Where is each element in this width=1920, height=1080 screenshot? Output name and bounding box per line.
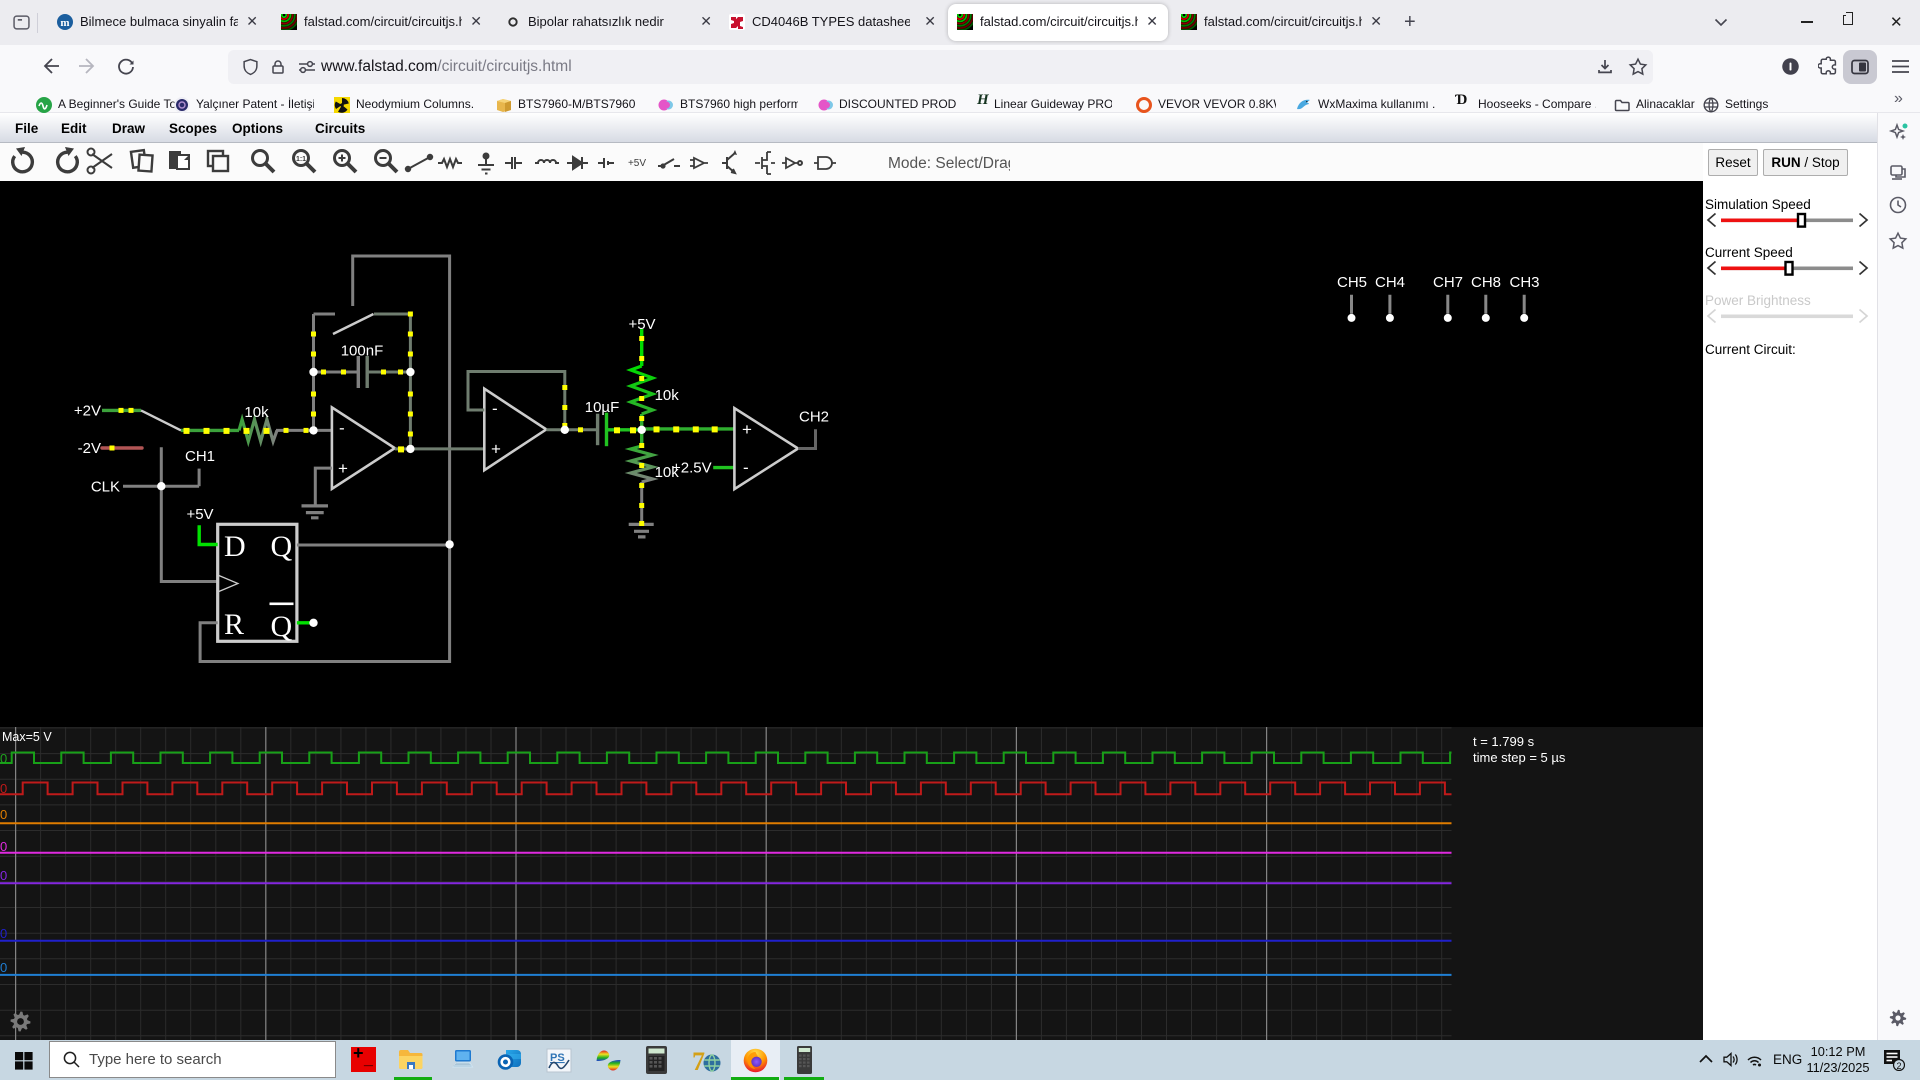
svg-text:Mode: Select/Drag Sel: Mode: Select/Drag Sel (888, 155, 1010, 172)
svg-text:+5V: +5V (186, 506, 213, 523)
svg-text:100nF: 100nF (341, 343, 384, 360)
svg-text:+: + (491, 440, 501, 459)
svg-text:Q: Q (271, 530, 293, 563)
svg-text:0: 0 (0, 751, 7, 766)
svg-text:-: - (339, 419, 345, 438)
svg-text:-2V: -2V (78, 440, 101, 457)
svg-text:CH3: CH3 (1509, 274, 1539, 291)
svg-text:+2.5V: +2.5V (672, 460, 712, 477)
svg-text:D: D (224, 530, 246, 563)
svg-text:7: 7 (692, 1047, 705, 1075)
svg-text:R: R (224, 608, 244, 641)
svg-text:1:1: 1:1 (296, 156, 306, 163)
svg-text:0: 0 (0, 839, 7, 854)
svg-text:+: + (338, 459, 348, 478)
svg-text:10k: 10k (244, 404, 269, 421)
svg-text:+5V: +5V (628, 158, 646, 169)
svg-text:t = 1.799 s: t = 1.799 s (1473, 734, 1535, 749)
svg-text:m: m (60, 17, 69, 29)
svg-text:-: - (743, 458, 749, 477)
svg-text:+: + (742, 420, 752, 439)
svg-text:0: 0 (0, 807, 7, 822)
svg-text:0: 0 (0, 781, 7, 796)
svg-text:+2V: +2V (74, 403, 101, 420)
svg-text:+5V: +5V (628, 316, 655, 333)
svg-text:CH5: CH5 (1337, 274, 1367, 291)
svg-text:CH7: CH7 (1433, 274, 1463, 291)
svg-text:0: 0 (0, 926, 7, 941)
svg-text:time step = 5 µs: time step = 5 µs (1473, 750, 1566, 765)
svg-text:CLK: CLK (91, 478, 120, 495)
svg-text:2: 2 (1896, 1061, 1901, 1071)
svg-text:CH1: CH1 (185, 448, 215, 465)
svg-text:0: 0 (0, 868, 7, 883)
svg-text:0: 0 (0, 960, 7, 975)
svg-text:Max=5 V: Max=5 V (2, 730, 52, 744)
svg-text:10k: 10k (655, 387, 680, 404)
svg-text:-: - (492, 399, 498, 418)
svg-text:CH2: CH2 (799, 409, 829, 426)
svg-text:Q: Q (271, 610, 293, 643)
svg-text:10µF: 10µF (585, 399, 620, 416)
svg-text:CH4: CH4 (1375, 274, 1405, 291)
svg-text:CH8: CH8 (1471, 274, 1501, 291)
